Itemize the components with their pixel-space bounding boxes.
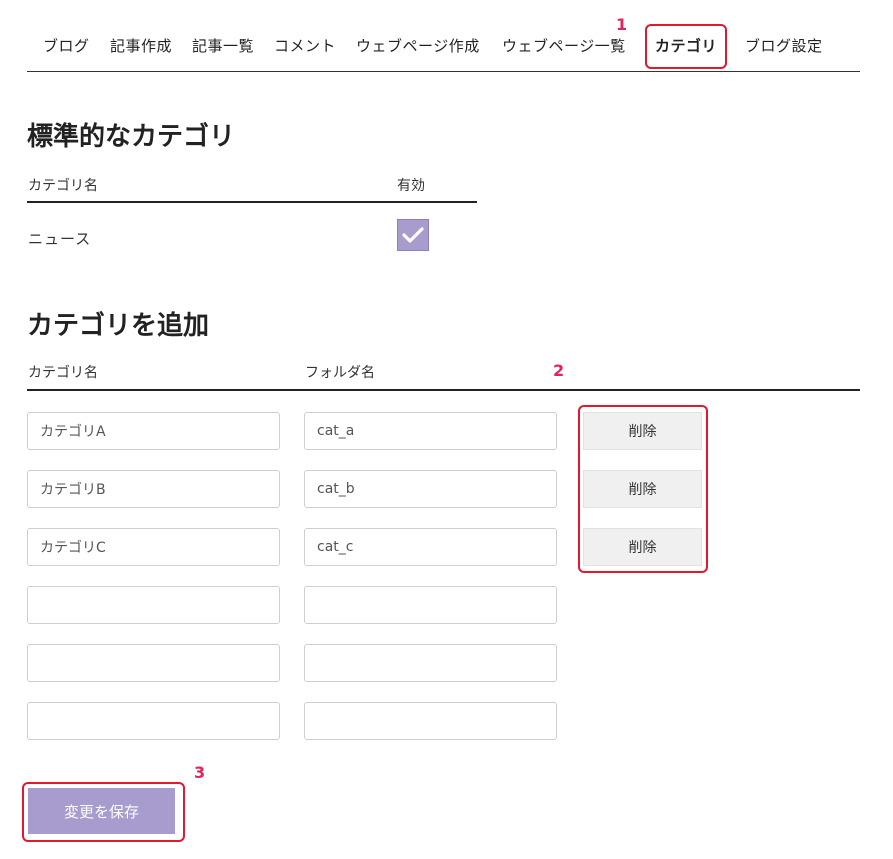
- annotation-number-2: 2: [553, 361, 565, 380]
- nav-blog-settings[interactable]: ブログ設定: [745, 35, 823, 56]
- folder-name-input[interactable]: [304, 586, 557, 624]
- category-name-input[interactable]: [27, 586, 280, 624]
- standard-categories-title: 標準的なカテゴリ: [27, 122, 236, 152]
- category-name-input[interactable]: [27, 412, 280, 450]
- category-row-label: ニュース: [28, 230, 92, 248]
- annotation-number-3: 3: [194, 763, 206, 782]
- add-col-name: カテゴリ名: [28, 365, 98, 381]
- add-table-rule: [27, 389, 860, 391]
- folder-name-input[interactable]: [304, 702, 557, 740]
- folder-name-input[interactable]: [304, 644, 557, 682]
- nav-create-webpage[interactable]: ウェブページ作成: [356, 35, 480, 56]
- add-category-title: カテゴリを追加: [27, 311, 210, 341]
- check-icon: [402, 227, 424, 243]
- nav-webpage-list[interactable]: ウェブページ一覧: [502, 35, 626, 56]
- nav-blog[interactable]: ブログ: [43, 35, 90, 56]
- standard-col-enabled: 有効: [397, 178, 425, 194]
- delete-button[interactable]: 削除: [583, 470, 702, 508]
- nav-post-list[interactable]: 記事一覧: [192, 35, 254, 56]
- delete-button[interactable]: 削除: [583, 528, 702, 566]
- category-name-input[interactable]: [27, 470, 280, 508]
- annotation-highlight-categories-tab: [645, 24, 727, 69]
- nav-create-post[interactable]: 記事作成: [110, 35, 172, 56]
- delete-button[interactable]: 削除: [583, 412, 702, 450]
- folder-name-input[interactable]: [304, 528, 557, 566]
- category-name-input[interactable]: [27, 528, 280, 566]
- save-changes-button[interactable]: 変更を保存: [28, 788, 175, 834]
- category-name-input[interactable]: [27, 702, 280, 740]
- enabled-checkbox[interactable]: [397, 219, 429, 251]
- annotation-number-1: 1: [616, 15, 628, 34]
- folder-name-input[interactable]: [304, 470, 557, 508]
- standard-table-rule: [27, 201, 477, 203]
- add-col-folder: フォルダ名: [305, 365, 375, 381]
- nav-divider: [27, 71, 860, 72]
- standard-col-name: カテゴリ名: [28, 178, 98, 194]
- folder-name-input[interactable]: [304, 412, 557, 450]
- category-name-input[interactable]: [27, 644, 280, 682]
- nav-comments[interactable]: コメント: [274, 35, 336, 56]
